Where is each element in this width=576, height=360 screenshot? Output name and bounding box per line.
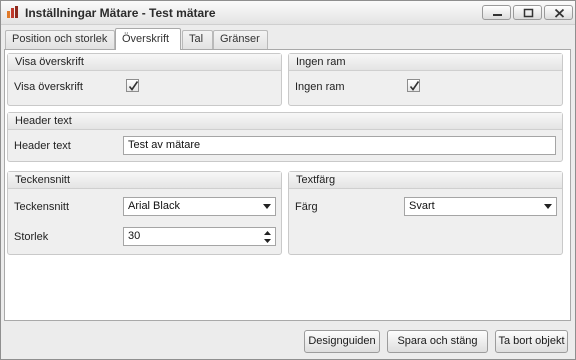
header-text-label: Header text	[14, 140, 71, 152]
color-select[interactable]: Svart	[404, 197, 557, 216]
chevron-down-icon	[544, 204, 552, 209]
group-textfarg: Textfärg Färg Svart	[288, 171, 563, 255]
tab-granser[interactable]: Gränser	[213, 30, 268, 49]
designguiden-button[interactable]: Designguiden	[304, 330, 380, 353]
teckensnitt-label: Teckensnitt	[14, 201, 70, 213]
close-icon	[554, 8, 565, 18]
ingen-ram-checkbox[interactable]	[407, 79, 420, 92]
close-button[interactable]	[544, 5, 573, 20]
group-title: Visa överskrift	[8, 54, 281, 71]
title-bar: Inställningar Mätare - Test mätare	[1, 1, 575, 25]
storlek-label: Storlek	[14, 231, 49, 243]
header-text-input[interactable]: Test av mätare	[123, 136, 556, 155]
size-stepper[interactable]: 30	[123, 227, 276, 246]
chevron-down-icon	[263, 204, 271, 209]
delete-object-button[interactable]: Ta bort objekt	[495, 330, 568, 353]
farg-label: Färg	[295, 201, 318, 213]
checkmark-icon	[128, 81, 139, 91]
font-select[interactable]: Arial Black	[123, 197, 276, 216]
visa-overskrift-label: Visa överskrift	[14, 81, 83, 93]
checkmark-icon	[409, 81, 420, 91]
save-and-close-button[interactable]: Spara och stäng	[387, 330, 488, 353]
group-header-text: Header text Header text Test av mätare	[7, 112, 563, 162]
group-teckensnitt: Teckensnitt Teckensnitt Arial Black Stor…	[7, 171, 282, 255]
group-title: Ingen ram	[289, 54, 562, 71]
group-title: Textfärg	[289, 172, 562, 189]
minimize-icon	[493, 14, 502, 16]
tab-position-och-storlek[interactable]: Position och storlek	[5, 30, 115, 49]
group-title: Teckensnitt	[8, 172, 281, 189]
color-select-value: Svart	[409, 200, 435, 212]
maximize-button[interactable]	[513, 5, 542, 20]
window-title: Inställningar Mätare - Test mätare	[25, 6, 216, 20]
maximize-icon	[523, 8, 534, 18]
visa-overskrift-checkbox[interactable]	[126, 79, 139, 92]
font-select-value: Arial Black	[128, 200, 180, 212]
ingen-ram-label: Ingen ram	[295, 81, 345, 93]
spin-arrows-icon[interactable]	[263, 229, 272, 245]
tab-tal[interactable]: Tal	[182, 30, 213, 49]
tab-content-panel: Visa överskrift Visa överskrift Ingen ra…	[4, 49, 571, 321]
group-title: Header text	[8, 113, 562, 130]
group-visa-overskrift: Visa överskrift Visa överskrift	[7, 53, 282, 106]
meter-app-icon	[6, 5, 20, 19]
minimize-button[interactable]	[482, 5, 511, 20]
size-stepper-value: 30	[128, 230, 141, 242]
tab-overskrift[interactable]: Överskrift	[115, 28, 181, 50]
settings-window: Inställningar Mätare - Test mätare Posit…	[0, 0, 576, 360]
group-ingen-ram: Ingen ram Ingen ram	[288, 53, 563, 106]
